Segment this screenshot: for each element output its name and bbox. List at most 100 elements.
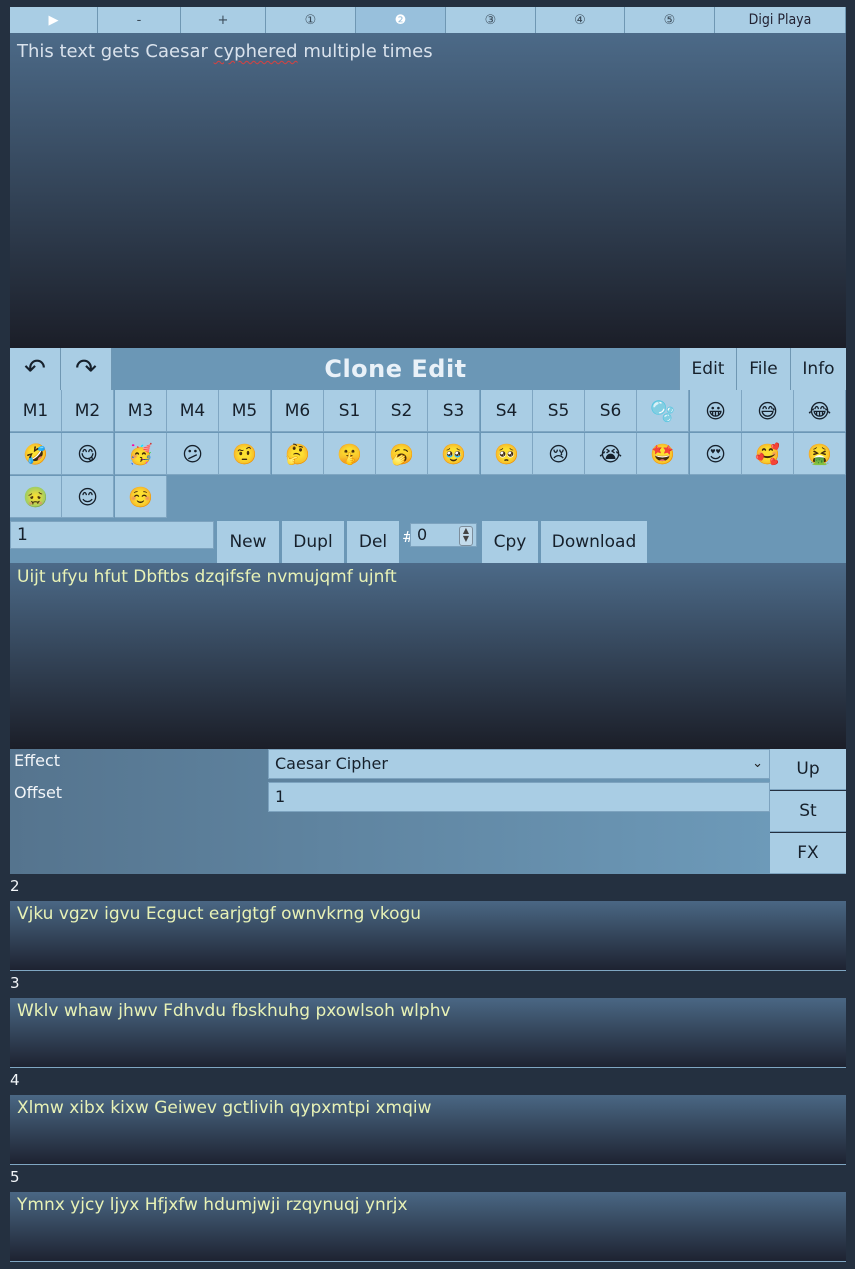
holding-back-tears-face-icon: 🥹 — [441, 441, 466, 466]
main-text-editor[interactable]: This text gets Caesar cyphered multiple … — [10, 33, 846, 348]
number-stepper[interactable]: 0 ▲ ▼ — [410, 523, 477, 547]
effect-select-value: Caesar Cipher — [275, 754, 388, 773]
relaxed-face-icon: ☺️ — [128, 484, 153, 509]
emoji-button[interactable]: 🤮 — [794, 433, 846, 475]
misspelled-word: cyphered — [213, 41, 298, 62]
vomiting-face-icon: 🤮 — [807, 441, 832, 466]
macro-m3-button[interactable]: M3 — [115, 390, 167, 432]
clone-item: 5 Ymnx yjcy ljyx Hfjxfw hdumjwji rzqynuq… — [10, 1165, 846, 1262]
emoji-button[interactable]: 🤨 — [219, 433, 271, 475]
clone-text[interactable]: Vjku vgzv igvu Ecguct earjgtgf ownvkrng … — [10, 901, 846, 971]
new-button[interactable]: New — [217, 521, 279, 563]
plus-tab[interactable]: + — [181, 7, 266, 33]
sweat-droplets-icon: 🫧 — [650, 398, 675, 423]
clone-header-bar: ↶ ↷ Clone Edit Edit File Info — [10, 348, 846, 390]
clone-text[interactable]: Ymnx yjcy ljyx Hfjxfw hdumjwji rzqynuqj … — [10, 1192, 846, 1262]
emoji-button[interactable]: 😢 — [533, 433, 585, 475]
raised-eyebrow-face-icon: 🤨 — [232, 441, 257, 466]
tears-of-joy-face-icon: 😂 — [807, 398, 832, 423]
tab-1[interactable]: ① — [266, 7, 356, 33]
clone-text[interactable]: Wklv whaw jhwv Fdhvdu fbskhuhg pxowlsoh … — [10, 998, 846, 1068]
emoji-button[interactable]: 😊 — [62, 476, 114, 518]
macro-emoji-grid: M1 M2 M3 M4 M5 M6 S1 S2 S3 S4 S5 S6 🫧 😀 … — [10, 390, 846, 518]
undo-icon[interactable]: ↶ — [10, 348, 61, 390]
snippet-s3-button[interactable]: S3 — [428, 390, 480, 432]
redo-icon[interactable]: ↷ — [61, 348, 112, 390]
macro-m5-button[interactable]: M5 — [219, 390, 271, 432]
emoji-button[interactable]: 🤩 — [637, 433, 689, 475]
clone-item: 3 Wklv whaw jhwv Fdhvdu fbskhuhg pxowlso… — [10, 971, 846, 1068]
minus-tab[interactable]: - — [98, 7, 181, 33]
emoji-button[interactable]: 🫧 — [637, 390, 689, 432]
emoji-button[interactable]: 😅 — [742, 390, 794, 432]
macro-m2-button[interactable]: M2 — [62, 390, 114, 432]
emoji-button[interactable]: 🥰 — [742, 433, 794, 475]
edit-menu-button[interactable]: Edit — [679, 348, 736, 390]
clone-name-input[interactable]: 1 — [10, 521, 214, 549]
emoji-button[interactable]: 😍 — [690, 433, 742, 475]
grinning-face-icon: 😀 — [705, 398, 726, 423]
macro-m1-button[interactable]: M1 — [10, 390, 62, 432]
emoji-button[interactable]: 🥹 — [428, 433, 480, 475]
snippet-s2-button[interactable]: S2 — [376, 390, 428, 432]
clone-number: 4 — [10, 1071, 20, 1089]
tab-4[interactable]: ④ — [536, 7, 625, 33]
clone-text[interactable]: Xlmw xibx kixw Geiwev gctlivih qypxmtpi … — [10, 1095, 846, 1165]
up-button[interactable]: Up — [770, 749, 846, 790]
snippet-s4-button[interactable]: S4 — [481, 390, 533, 432]
emoji-button[interactable]: 🤣 — [10, 433, 62, 475]
fx-button[interactable]: FX — [770, 833, 846, 874]
emoji-button[interactable]: 🤔 — [272, 433, 324, 475]
number-value: 0 — [417, 525, 428, 544]
smiling-hearts-face-icon: 🥰 — [755, 441, 780, 466]
rolling-laughing-face-icon: 🤣 — [23, 441, 48, 466]
emoji-button[interactable]: 😋 — [62, 433, 114, 475]
macro-m6-button[interactable]: M6 — [272, 390, 324, 432]
emoji-button[interactable]: ☺️ — [115, 476, 167, 518]
tab-2[interactable]: ❷ — [356, 7, 446, 33]
star-struck-face-icon: 🤩 — [650, 441, 675, 466]
smiling-eyes-face-icon: 😊 — [77, 484, 98, 509]
shushing-face-icon: 🤫 — [337, 441, 362, 466]
snippet-s1-button[interactable]: S1 — [324, 390, 376, 432]
emoji-button[interactable]: 😀 — [690, 390, 742, 432]
macro-m4-button[interactable]: M4 — [167, 390, 219, 432]
emoji-button[interactable]: 😭 — [585, 433, 637, 475]
emoji-button[interactable]: 🥺 — [481, 433, 533, 475]
snippet-s6-button[interactable]: S6 — [585, 390, 637, 432]
download-button[interactable]: Download — [541, 521, 647, 563]
tab-5[interactable]: ⑤ — [625, 7, 715, 33]
tab-digi-playa[interactable]: Digi Playa — [715, 7, 846, 33]
loudly-crying-face-icon: 😭 — [598, 441, 623, 466]
file-menu-button[interactable]: File — [736, 348, 790, 390]
effect-label: Effect — [14, 751, 61, 770]
emoji-button[interactable]: 🤫 — [324, 433, 376, 475]
clone-edit-title: Clone Edit — [324, 355, 467, 383]
copy-button[interactable]: Cpy — [482, 521, 538, 563]
snippet-s5-button[interactable]: S5 — [533, 390, 585, 432]
tab-3[interactable]: ③ — [446, 7, 536, 33]
clone-edit-app: ▶ - + ① ❷ ③ ④ ⑤ Digi Playa This text get… — [10, 0, 846, 1269]
emoji-button[interactable]: 😂 — [794, 390, 846, 432]
chevron-down-icon: ⌄ — [752, 756, 763, 771]
spinner-arrows-icon[interactable]: ▲ ▼ — [459, 526, 473, 546]
heart-eyes-face-icon: 😍 — [705, 441, 726, 466]
divider — [10, 1261, 846, 1262]
emoji-button[interactable]: 🥳 — [115, 433, 167, 475]
yum-face-icon: 😋 — [77, 441, 98, 466]
emoji-button[interactable]: 😕 — [167, 433, 219, 475]
grinning-sweat-face-icon: 😅 — [757, 398, 778, 423]
offset-input[interactable]: 1 — [268, 782, 770, 812]
st-button[interactable]: St — [770, 791, 846, 832]
delete-button[interactable]: Del — [347, 521, 399, 563]
effect-select[interactable]: Caesar Cipher ⌄ — [268, 749, 770, 779]
duplicate-button[interactable]: Dupl — [282, 521, 344, 563]
play-tab[interactable]: ▶ — [10, 7, 98, 33]
clone-output-text[interactable]: Uijt ufyu hfut Dbftbs dzqifsfe nvmujqmf … — [10, 563, 846, 749]
undo-glyph: ↶ — [24, 354, 46, 384]
nauseated-face-icon: 🤢 — [23, 484, 48, 509]
info-menu-button[interactable]: Info — [790, 348, 846, 390]
emoji-button[interactable]: 🤢 — [10, 476, 62, 518]
main-text-before: This text gets Caesar — [17, 41, 214, 62]
emoji-button[interactable]: 🥱 — [376, 433, 428, 475]
